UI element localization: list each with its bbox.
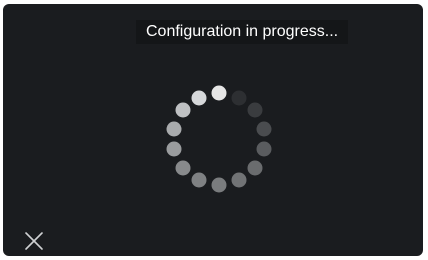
spinner-dot — [191, 172, 207, 188]
close-button[interactable] — [22, 229, 46, 253]
spinner-dot — [247, 102, 263, 118]
loading-spinner — [3, 4, 423, 256]
spinner-dot — [231, 172, 247, 188]
spinner-dot — [175, 160, 191, 176]
spinner-dot — [256, 121, 272, 137]
spinner-dot — [231, 90, 247, 106]
spinner-dot — [191, 90, 207, 106]
spinner-dot — [211, 85, 227, 101]
spinner-dot — [247, 160, 263, 176]
spinner-dot — [166, 121, 182, 137]
close-icon — [25, 232, 43, 250]
spinner-dot — [175, 102, 191, 118]
spinner-dot — [256, 141, 272, 157]
spinner-dot — [211, 177, 227, 193]
configuration-screen: Configuration in progress... — [3, 4, 423, 256]
spinner-dot — [166, 141, 182, 157]
